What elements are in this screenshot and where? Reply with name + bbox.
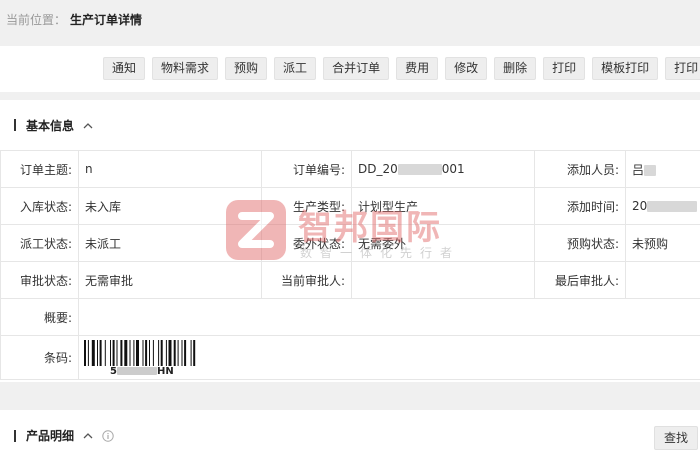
template-print-button[interactable]: 模板打印 [592, 57, 659, 80]
find-button[interactable]: 查找 [653, 426, 698, 450]
order-no-label: 订单编号: [261, 150, 352, 188]
prod-type-value: 计划型生产 [351, 187, 535, 225]
basic-info-header[interactable]: 基本信息 [0, 100, 700, 150]
approval-status-label: 审批状态: [0, 261, 79, 299]
basic-info-title: 基本信息 [26, 118, 75, 133]
approval-status-value: 无需审批 [78, 261, 262, 299]
table-row: 条码: 5 HN [0, 335, 700, 380]
basic-info-table: 订单主题: n 订单编号: DD_20 001 添加人员: 吕 入库状态: 未入库… [0, 150, 700, 380]
breadcrumb: 当前位置： 生产订单详情 [0, 0, 700, 38]
add-time-label: 添加时间: [534, 187, 626, 225]
last-approver-value [625, 261, 700, 299]
summary-value [78, 298, 700, 336]
barcode-label: 条码: [0, 335, 79, 380]
info-icon[interactable] [102, 429, 114, 442]
stock-status-value: 未入库 [78, 187, 262, 225]
edit-button[interactable]: 修改 [445, 57, 488, 80]
last-approver-label: 最后审批人: [534, 261, 626, 299]
subject-value: n [78, 150, 262, 188]
notify-button[interactable]: 通知 [103, 57, 146, 80]
table-row: 概要: [0, 298, 700, 336]
toolbar-buttons: 通知 物料需求 预购 派工 合并订单 费用 修改 删除 打印 模板打印 打印 [103, 57, 700, 80]
table-row: 派工状态: 未派工 委外状态: 无需委外 预购状态: 未预购 [0, 224, 700, 262]
prepurchase-status-label: 预购状态: [534, 224, 626, 262]
barcode-cell: 5 HN [78, 335, 700, 380]
adder-label: 添加人员: [534, 150, 626, 188]
product-detail-title: 产品明细 [26, 429, 75, 443]
breadcrumb-label: 当前位置： [6, 12, 67, 27]
dispatch-button[interactable]: 派工 [274, 57, 317, 80]
add-time-value: 20 [625, 187, 700, 225]
product-detail-header[interactable]: 产品明细 [0, 410, 700, 461]
section-bar [14, 119, 16, 131]
stock-status-label: 入库状态: [0, 187, 79, 225]
barcode: 5 HN [84, 340, 230, 377]
page-title: 生产订单详情 [70, 12, 143, 27]
prepurchase-status-value: 未预购 [625, 224, 700, 262]
section-bar [14, 429, 16, 442]
table-row: 入库状态: 未入库 生产类型: 计划型生产 添加时间: 20 [0, 187, 700, 225]
outsource-status-value: 无需委外 [351, 224, 535, 262]
outsource-status-label: 委外状态: [261, 224, 352, 262]
prod-type-label: 生产类型: [261, 187, 352, 225]
order-no-value: DD_20 001 [351, 150, 535, 188]
dispatch-status-label: 派工状态: [0, 224, 79, 262]
basic-info-panel: 基本信息 订单主题: n 订单编号: DD_20 001 添加人员: 吕 入库状态… [0, 100, 700, 382]
print-button[interactable]: 打印 [543, 57, 586, 80]
summary-label: 概要: [0, 298, 79, 336]
current-approver-label: 当前审批人: [261, 261, 352, 299]
adder-value: 吕 [625, 150, 700, 188]
table-row: 订单主题: n 订单编号: DD_20 001 添加人员: 吕 [0, 150, 700, 188]
barcode-text: 5 HN [108, 366, 176, 377]
delete-button[interactable]: 删除 [494, 57, 537, 80]
cost-button[interactable]: 费用 [396, 57, 439, 80]
chevron-up-icon[interactable] [82, 430, 94, 442]
toolbar: 通知 物料需求 预购 派工 合并订单 费用 修改 删除 打印 模板打印 打印 [0, 46, 700, 92]
merge-order-button[interactable]: 合并订单 [323, 57, 390, 80]
product-detail-panel: 产品明细 查找 [0, 410, 700, 461]
chevron-up-icon[interactable] [82, 119, 94, 131]
pre-purchase-button[interactable]: 预购 [225, 57, 268, 80]
current-approver-value [351, 261, 535, 299]
print-button-2[interactable]: 打印 [665, 57, 700, 80]
material-demand-button[interactable]: 物料需求 [152, 57, 219, 80]
table-row: 审批状态: 无需审批 当前审批人: 最后审批人: [0, 261, 700, 299]
subject-label: 订单主题: [0, 150, 79, 188]
dispatch-status-value: 未派工 [78, 224, 262, 262]
